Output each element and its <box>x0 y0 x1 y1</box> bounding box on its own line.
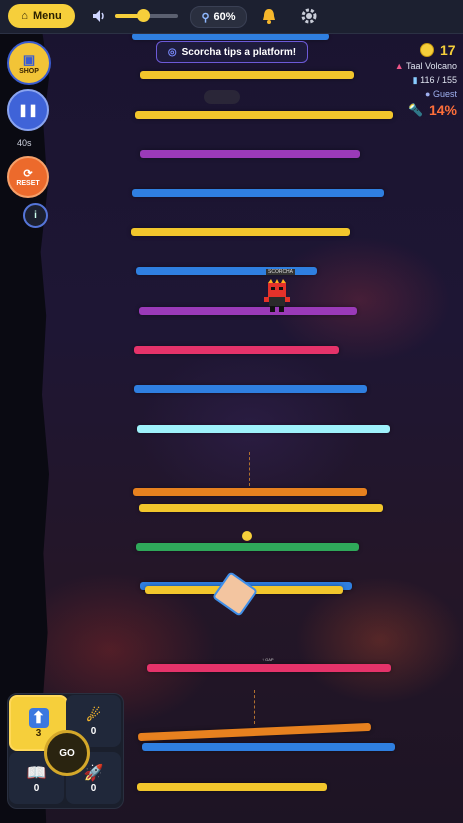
volcano-icon: ▲ <box>394 61 404 71</box>
powerup-count: 0 <box>33 782 40 794</box>
platform <box>142 743 395 751</box>
platform <box>134 346 339 354</box>
zoom-control[interactable]: ⚲ 60% <box>190 6 247 28</box>
platform <box>137 425 390 433</box>
pause-button[interactable]: ❚❚ <box>7 89 49 131</box>
menu-label: Menu <box>32 10 62 22</box>
platform <box>140 71 354 79</box>
user-icon: ● <box>425 89 431 99</box>
hanging-chain <box>249 452 251 486</box>
platform <box>139 307 357 315</box>
shop-button[interactable]: ▣ SHOP <box>7 41 51 85</box>
reset-button[interactable]: ⟳ RESET <box>7 156 49 198</box>
platform <box>133 488 367 496</box>
percent-value: 14% <box>428 102 457 118</box>
gap-label: ↑ GAP <box>262 657 274 662</box>
reset-label: RESET <box>16 180 40 187</box>
coin-counter: 17 <box>420 42 456 58</box>
coin-icon <box>420 43 434 57</box>
platform <box>131 228 350 236</box>
refresh-icon: ⟳ <box>23 168 33 180</box>
menu-button[interactable]: ⌂ Menu <box>8 4 75 28</box>
timer: 40s <box>17 138 32 148</box>
pause-icon: ❚❚ <box>17 103 39 117</box>
progress-value: 116 / 155 <box>420 75 457 85</box>
info-button[interactable]: i <box>23 203 48 228</box>
hanging-chain <box>254 690 256 724</box>
coin-icon <box>242 531 252 541</box>
event-banner: ◎ Scorcha tips a platform! <box>156 41 308 63</box>
powerup-count: 0 <box>90 725 97 737</box>
account-name: Guest <box>432 89 457 99</box>
flashlight-icon: 🔦 <box>408 103 423 117</box>
magnifier-icon: ⚲ <box>201 11 210 24</box>
spiral-icon: ◎ <box>167 46 177 58</box>
location: ▲ Taal Volcano <box>395 61 457 71</box>
climb-percent: 🔦 14% <box>408 102 457 118</box>
location-name: Taal Volcano <box>405 61 457 71</box>
platform <box>136 543 359 551</box>
top-bar: ⌂ Menu ⚲ 60% <box>0 0 463 34</box>
book-icon: 📖 <box>26 764 47 782</box>
platform <box>135 111 393 119</box>
tipping-platform <box>137 722 372 742</box>
rocket-icon: 🚀 <box>83 764 104 782</box>
zoom-value: 60% <box>213 11 236 23</box>
platform <box>134 385 367 393</box>
smoke-cloud <box>204 90 240 104</box>
volume-slider[interactable] <box>115 9 178 22</box>
bar-chart-icon: ▮ <box>412 75 418 85</box>
falling-block-enemy <box>211 571 259 617</box>
powerup-count: 3 <box>35 727 42 739</box>
volume-icon[interactable] <box>91 8 107 24</box>
player-name-tag: SCORCHA <box>266 269 296 275</box>
home-icon: ⌂ <box>21 10 28 22</box>
platform-progress: ▮ 116 / 155 <box>413 75 457 86</box>
go-button[interactable]: GO <box>44 730 90 776</box>
comet-icon: ☄ <box>86 707 101 725</box>
up-arrow-icon: ⬆ <box>28 707 49 728</box>
gear-icon[interactable] <box>299 6 319 26</box>
platform <box>139 504 383 512</box>
platform <box>132 189 384 197</box>
player-character <box>264 279 290 312</box>
shopping-bag-icon: ▣ <box>22 51 36 67</box>
platform <box>137 783 327 791</box>
bell-icon[interactable] <box>260 7 278 25</box>
shop-label: SHOP <box>19 67 39 75</box>
coin-count: 17 <box>440 42 456 58</box>
platform <box>132 33 329 40</box>
player-account[interactable]: ● Guest <box>425 89 457 99</box>
powerup-count: 0 <box>90 782 97 794</box>
platform <box>147 664 391 672</box>
info-icon: i <box>34 210 37 221</box>
banner-text: Scorcha tips a platform! <box>181 46 297 58</box>
platform <box>140 150 360 158</box>
volume-slider-knob[interactable] <box>137 9 151 22</box>
